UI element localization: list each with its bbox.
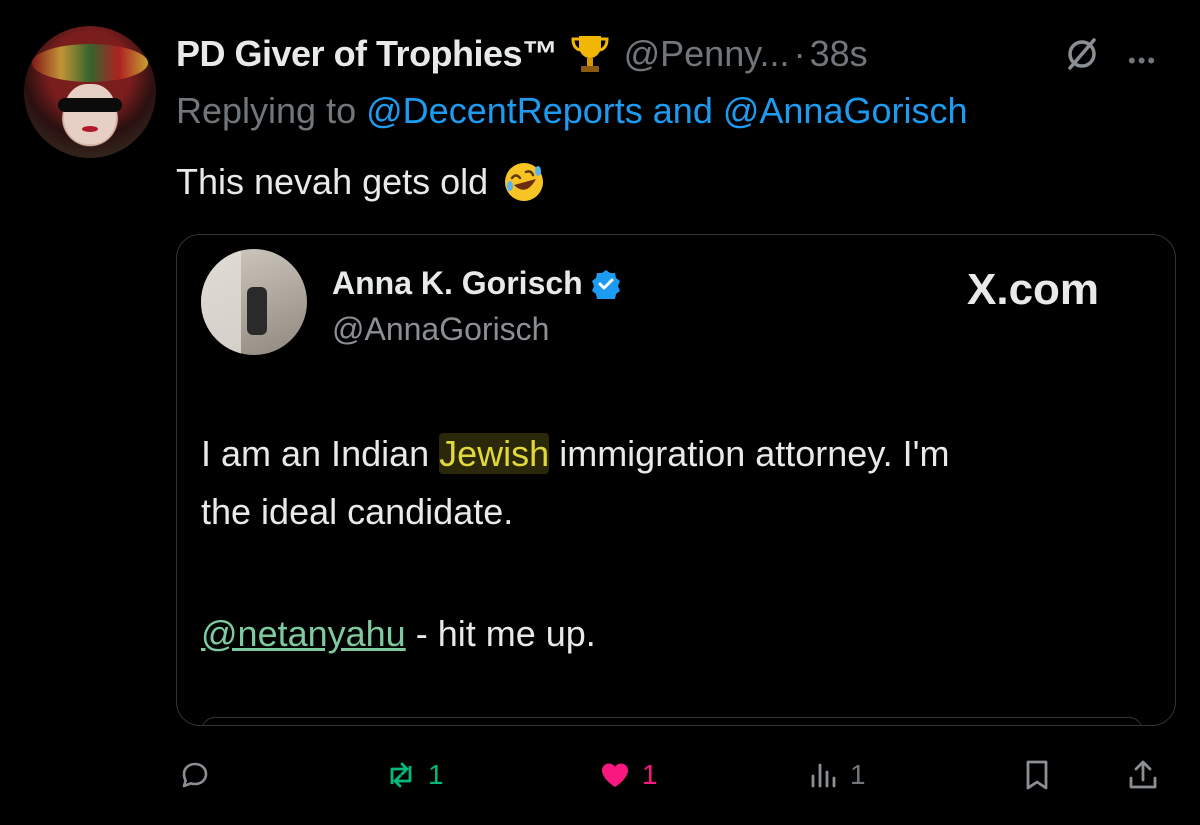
views-icon	[811, 763, 836, 788]
retweet-button[interactable]: 1	[384, 745, 444, 805]
tweet-text: This nevah gets old	[176, 160, 546, 204]
reply-button[interactable]	[178, 745, 212, 805]
timestamp[interactable]: 38s	[810, 33, 868, 75]
quoted-tweet-card[interactable]: Anna K. Gorisch @AnnaGorisch X.com I am …	[176, 234, 1176, 726]
quoted-text-end: - hit me up.	[405, 613, 596, 654]
laughing-emoji-icon	[505, 163, 544, 201]
share-icon	[1129, 760, 1157, 789]
no-sign-icon[interactable]	[1062, 34, 1102, 74]
highlighted-word: Jewish	[439, 433, 550, 474]
author-handle[interactable]: @Penny...	[624, 33, 790, 75]
bookmark-button[interactable]	[1020, 745, 1054, 805]
verified-badge-icon	[591, 269, 620, 299]
avatar-sunglasses	[58, 98, 122, 112]
profile-avatar[interactable]	[24, 26, 156, 158]
share-button[interactable]	[1126, 745, 1160, 805]
quoted-text-line-3: @netanyahu - hit me up.	[201, 613, 596, 655]
mention-link[interactable]: @netanyahu	[201, 613, 406, 654]
action-bar: 1 1 1	[0, 745, 1200, 805]
tweet-text-content: This nevah gets old	[176, 161, 489, 202]
view-count: 1	[850, 759, 866, 790]
separator-dot: ·	[793, 33, 806, 74]
nested-card-edge	[201, 717, 1143, 725]
quoted-text-after: immigration attorney. I'm	[549, 433, 950, 474]
quoted-author-handle[interactable]: @AnnaGorisch	[332, 311, 549, 348]
avatar-background	[201, 249, 241, 355]
like-button[interactable]: 1	[598, 745, 658, 805]
replying-to: Replying to @DecentReports and @AnnaGori…	[176, 90, 968, 132]
site-label: X.com	[967, 265, 1100, 314]
avatar-hat	[32, 44, 148, 82]
reply-icon	[182, 762, 208, 788]
replying-prefix: Replying to	[176, 90, 357, 131]
avatar-figure	[247, 287, 267, 335]
replying-to-links[interactable]: @DecentReports and @AnnaGorisch	[366, 90, 967, 131]
retweet-count: 1	[428, 759, 444, 790]
trophy-icon	[571, 36, 609, 72]
quoted-text-before: I am an Indian	[201, 433, 440, 474]
quoted-text-line-1: I am an Indian Jewish immigration attorn…	[201, 433, 950, 475]
retweet-icon	[390, 762, 412, 788]
views-button[interactable]: 1	[806, 745, 866, 805]
quoted-author-avatar[interactable]	[201, 249, 307, 355]
more-icon[interactable]: •••	[1128, 48, 1157, 74]
quoted-author-name-row: Anna K. Gorisch	[332, 265, 621, 302]
like-count: 1	[642, 759, 658, 790]
quoted-text-line-2: the ideal candidate.	[201, 491, 514, 532]
heart-icon	[602, 763, 628, 787]
avatar-face	[64, 84, 116, 144]
tweet-header: PD Giver of Trophies™ @Penny... · 38s	[176, 30, 868, 78]
quoted-author-name[interactable]: Anna K. Gorisch	[332, 265, 583, 302]
bookmark-icon	[1026, 760, 1048, 790]
author-name[interactable]: PD Giver of Trophies™	[176, 33, 558, 75]
avatar-lips	[82, 126, 98, 132]
